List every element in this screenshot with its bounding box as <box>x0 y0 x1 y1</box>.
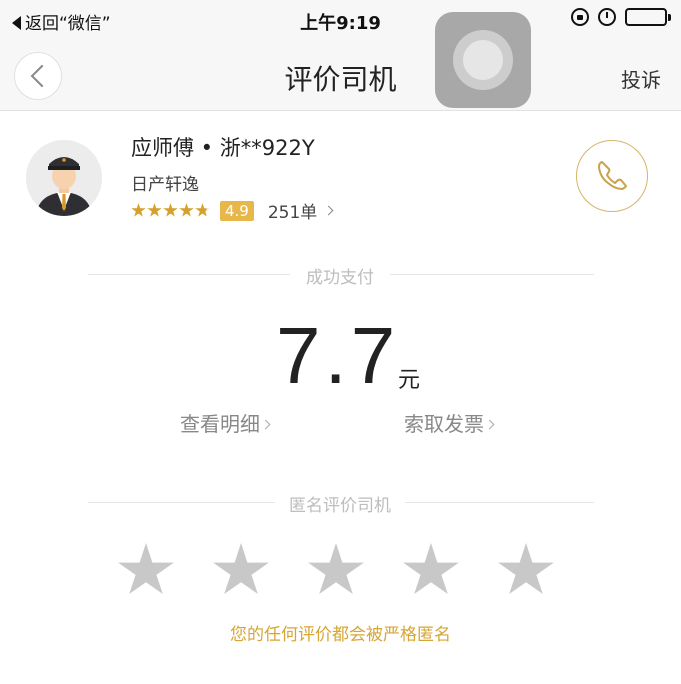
rating-star-icon <box>195 203 210 217</box>
anonymous-review-label: 匿名评价司机 <box>275 491 405 516</box>
driver-name-plate: 应师傅 • 浙**922Y <box>131 136 315 160</box>
alarm-icon <box>598 8 616 26</box>
rating-star-icon <box>147 203 162 217</box>
review-star-5[interactable] <box>498 543 554 594</box>
chevron-right-icon <box>484 419 495 430</box>
complaint-button[interactable]: 投诉 <box>621 64 661 93</box>
request-invoice-link[interactable]: 索取发票 <box>404 408 495 437</box>
rating-badge: 4.9 <box>220 200 254 221</box>
battery-icon <box>625 8 671 26</box>
rotation-lock-icon <box>571 8 589 26</box>
call-driver-button[interactable] <box>576 140 648 212</box>
page-title: 评价司机 <box>284 63 397 96</box>
view-details-label: 查看明细 <box>180 412 260 436</box>
payment-amount: 7.7 <box>276 311 400 400</box>
order-count: 251单 <box>267 203 318 223</box>
status-bar: 返回“微信” 上午9:19 <box>0 0 681 44</box>
rating-star-icon <box>163 203 178 217</box>
review-star-2[interactable] <box>213 543 269 594</box>
payment-unit: 元 <box>398 368 421 393</box>
car-model: 日产轩逸 <box>131 175 199 195</box>
chevron-right-icon <box>260 419 271 430</box>
review-star-4[interactable] <box>403 543 459 594</box>
rating-star-icon <box>179 203 194 217</box>
view-details-link[interactable]: 查看明细 <box>180 408 271 437</box>
review-star-3[interactable] <box>308 543 364 594</box>
review-star-1[interactable] <box>118 543 174 594</box>
chevron-right-icon <box>323 205 334 216</box>
status-icons <box>571 8 671 26</box>
driver-avatar <box>26 140 102 216</box>
payment-status-label: 成功支付 <box>290 263 390 288</box>
navigation-bar: 评价司机 投诉 <box>0 44 681 111</box>
assistive-touch-button[interactable] <box>435 12 531 108</box>
rating-stars <box>131 203 210 218</box>
request-invoice-label: 索取发票 <box>404 412 484 436</box>
anonymity-note: 您的任何评价都会被严格匿名 <box>230 625 451 645</box>
phone-icon <box>598 161 627 190</box>
driver-rating-row[interactable]: 4.9 251单 <box>131 198 334 223</box>
rating-star-icon <box>131 203 146 217</box>
